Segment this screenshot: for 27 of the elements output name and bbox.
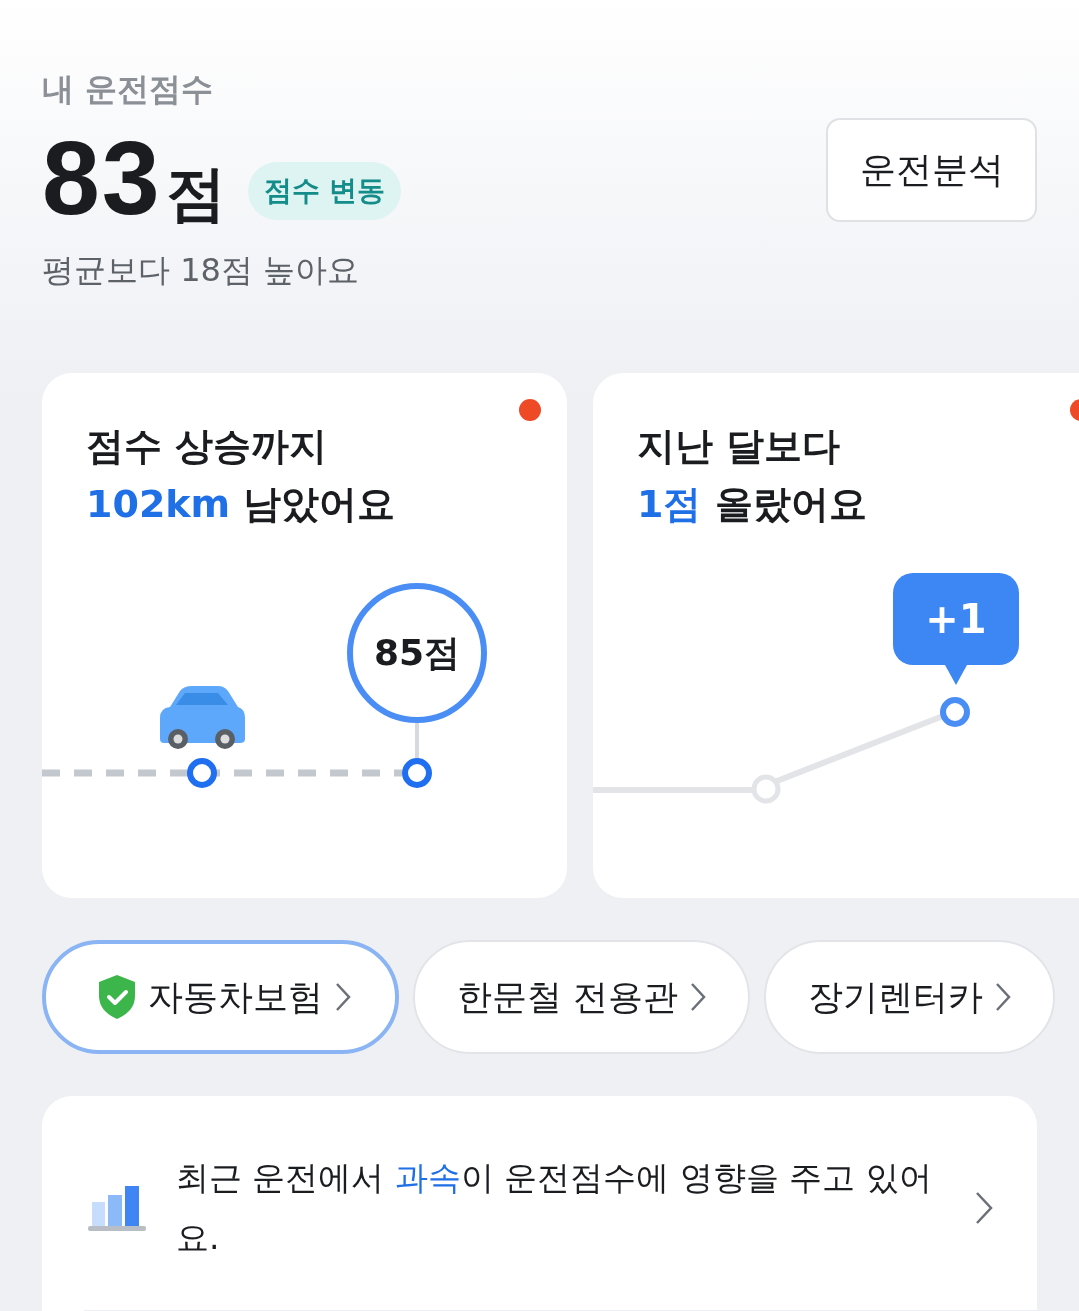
target-score: 85점 — [372, 631, 462, 675]
shield-check-icon — [98, 974, 136, 1020]
comparison-text: 평균보다 18점 높아요 — [42, 250, 361, 291]
card-title: 지난 달보다 1점 올랐어요 — [636, 423, 868, 528]
score-unit: 점 — [165, 157, 226, 230]
chevron-right-icon — [690, 982, 707, 1012]
current-node — [940, 697, 970, 727]
car-icon — [160, 686, 245, 749]
card-title: 점수 상승까지 102km 남았어요 — [85, 423, 397, 528]
chevron-right-icon — [975, 1191, 993, 1225]
score-card[interactable]: 점수 상승까지 102km 남았어요 85점 — [42, 373, 567, 898]
section-label: 내 운전점수 — [42, 69, 215, 110]
insight-card[interactable]: 최근 운전에서 과속이 운전점수에 영향을 주고 있어요. — [42, 1096, 1037, 1311]
category-chip[interactable]: 자동차보험 — [42, 940, 399, 1054]
category-chip[interactable]: 장기렌터카 — [764, 940, 1056, 1054]
category-chip[interactable]: 한문철 전용관 — [413, 940, 751, 1054]
score-card[interactable]: 지난 달보다 1점 올랐어요 +1 — [593, 373, 1079, 898]
chevron-right-icon — [995, 982, 1012, 1012]
insight-text: 최근 운전에서 과속이 운전점수에 영향을 주고 있어요. — [176, 1157, 933, 1259]
chevron-right-icon — [335, 982, 351, 1012]
score-change-badge[interactable]: 점수 변동 — [247, 161, 402, 220]
bar-chart-icon — [88, 1184, 146, 1232]
score-value: 83 — [42, 126, 162, 230]
position-node — [187, 758, 217, 788]
target-node — [402, 758, 432, 788]
past-node — [751, 774, 781, 804]
analysis-button[interactable]: 운전분석 — [826, 118, 1037, 222]
